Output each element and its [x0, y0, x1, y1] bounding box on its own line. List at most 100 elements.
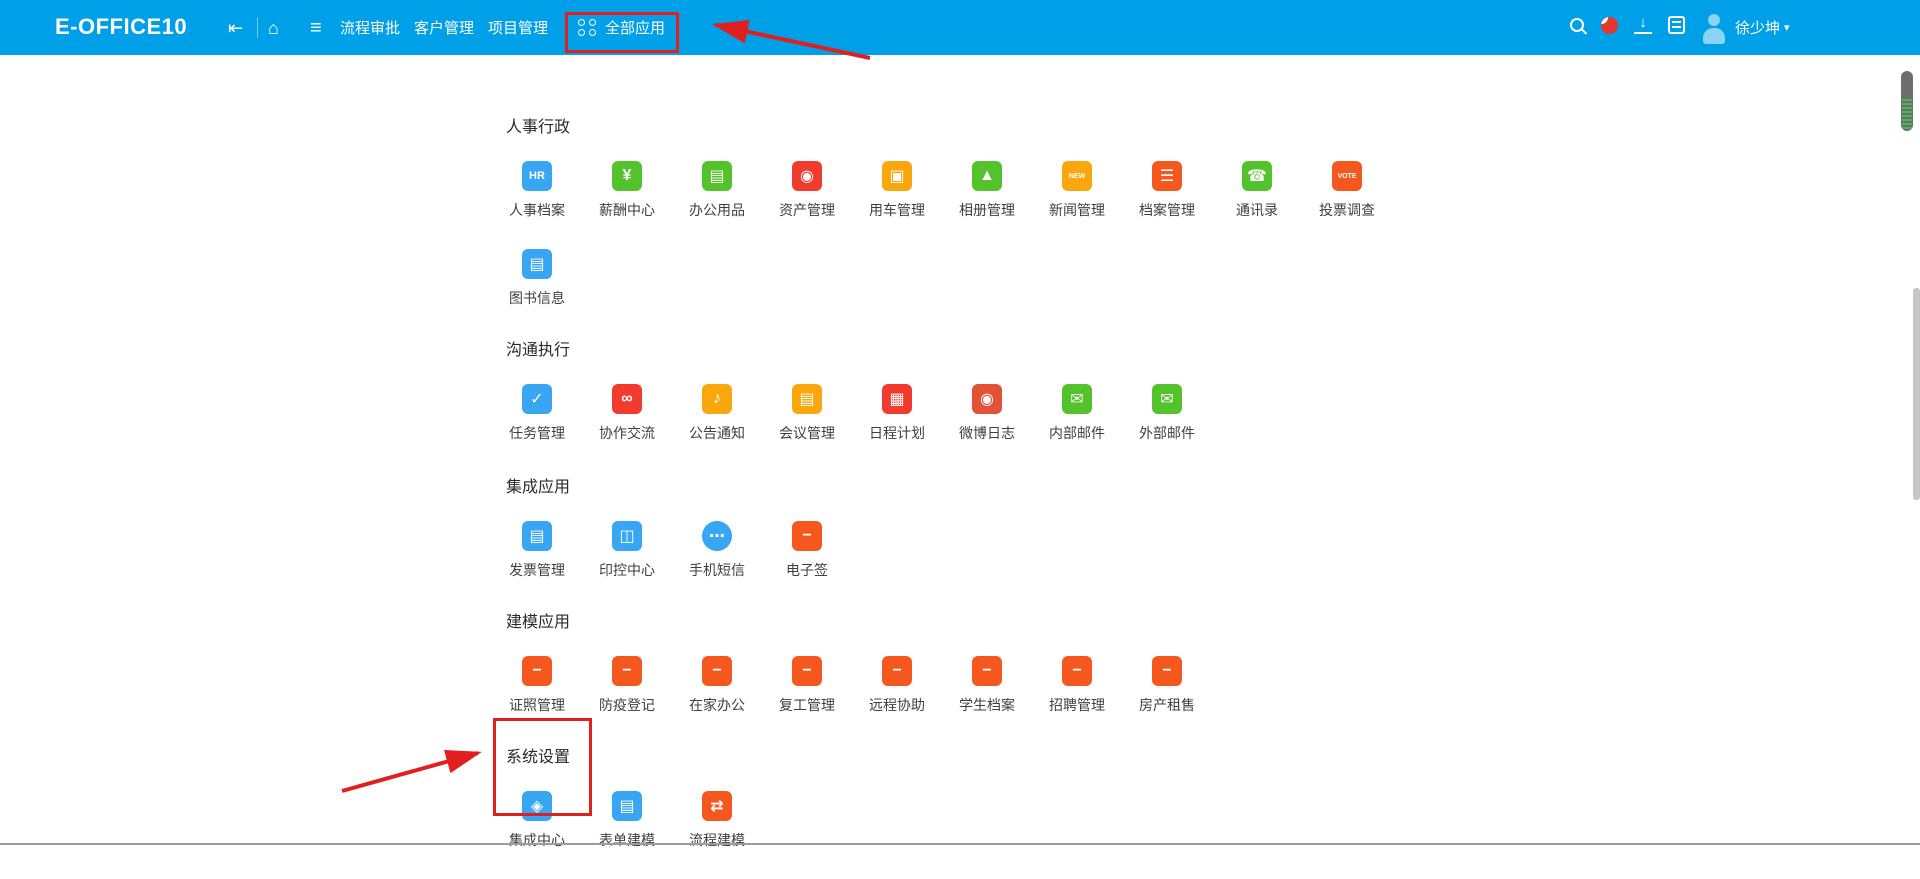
app-label: 流程建模	[689, 830, 745, 850]
app-招聘管理[interactable]: −招聘管理	[1032, 656, 1122, 744]
app-新闻管理[interactable]: NEW 新闻管理	[1032, 161, 1122, 249]
app-投票调查[interactable]: VOTE投票调查	[1302, 161, 1392, 249]
app-集成中心[interactable]: ◈集成中心	[492, 791, 582, 879]
app-label: 相册管理	[959, 200, 1015, 220]
app-label: 任务管理	[509, 423, 565, 443]
app-学生档案[interactable]: − 学生档案	[942, 656, 1032, 744]
app-label: 远程协助	[869, 695, 925, 715]
user-menu[interactable]: 徐少坤 ▾	[1735, 0, 1790, 55]
app-流程建模[interactable]: ⇄流程建模	[672, 791, 762, 879]
integration-cube-icon: ◈	[522, 791, 552, 821]
news-icon: NEW	[1062, 161, 1092, 191]
app-用车管理[interactable]: ▣用车管理	[852, 161, 942, 249]
app-复工管理[interactable]: −复工管理	[762, 656, 852, 744]
nav-item-流程审批[interactable]: 流程审批	[340, 0, 400, 55]
app-label: 防疫登记	[599, 695, 655, 715]
app-label: 档案管理	[1139, 200, 1195, 220]
app-label: 会议管理	[779, 423, 835, 443]
app-相册管理[interactable]: ▲ 相册管理	[942, 161, 1032, 249]
sms-bubble-icon: ⋯	[702, 521, 732, 551]
section-title: 建模应用	[506, 608, 1397, 632]
search-icon[interactable]	[1570, 18, 1584, 32]
app-label: 人事档案	[509, 200, 565, 220]
contacts-book-icon: ☎	[1242, 161, 1272, 191]
seal-box-icon: −	[972, 656, 1002, 686]
app-label: 资产管理	[779, 200, 835, 220]
nav-item-项目管理[interactable]: 项目管理	[488, 0, 548, 55]
archive-binders-icon: ☰	[1152, 161, 1182, 191]
section-系统设置: 系统设置◈集成中心▤表单建模⇄流程建模	[492, 743, 1397, 879]
app-label: 用车管理	[869, 200, 925, 220]
app-内部邮件[interactable]: ✉内部邮件	[1032, 384, 1122, 472]
app-会议管理[interactable]: ▤ 会议管理	[762, 384, 852, 472]
app-防疫登记[interactable]: −防疫登记	[582, 656, 672, 744]
app-资产管理[interactable]: ◉ 资产管理	[762, 161, 852, 249]
hr-file-icon: HR	[522, 161, 552, 191]
app-label: 印控中心	[599, 560, 655, 580]
seal-box-icon: −	[702, 656, 732, 686]
app-通讯录[interactable]: ☎通讯录	[1212, 161, 1302, 249]
app-印控中心[interactable]: ◫ 印控中心	[582, 521, 672, 609]
all-apps-label: 全部应用	[605, 17, 665, 38]
app-grid: ◈集成中心▤表单建模⇄流程建模	[492, 791, 1397, 879]
seal-box-icon: −	[882, 656, 912, 686]
app-手机短信[interactable]: ⋯手机短信	[672, 521, 762, 609]
salary-center-icon: ¥	[612, 161, 642, 191]
theme-skin-icon[interactable]	[1601, 17, 1618, 34]
app-label: 新闻管理	[1049, 200, 1105, 220]
invoice-icon: ▤	[522, 521, 552, 551]
seal-box-icon: −	[1152, 656, 1182, 686]
scrollbar-thumb-dark[interactable]	[1901, 71, 1913, 131]
app-电子签[interactable]: −电子签	[762, 521, 852, 609]
app-label: 学生档案	[959, 695, 1015, 715]
app-logo: E-OFFICE10	[55, 14, 187, 40]
announcement-speaker-icon: ♪	[702, 384, 732, 414]
app-在家办公[interactable]: −在家办公	[672, 656, 762, 744]
form-list-icon[interactable]	[1668, 16, 1685, 34]
scroll-progress-stripes	[1902, 99, 1912, 129]
all-apps-nav-item[interactable]: 全部应用	[578, 0, 665, 55]
app-grid: HR 人事档案 ¥ 薪酬中心 ▤办公用品 ◉ 资产管理 ▣用车管理 ▲ 相册管理 NEW 新闻管理 ☰ 档…	[492, 161, 1397, 337]
app-远程协助[interactable]: − 远程协助	[852, 656, 942, 744]
app-图书信息[interactable]: ▤图书信息	[492, 249, 582, 337]
meeting-board-icon: ▤	[792, 384, 822, 414]
app-日程计划[interactable]: ▦日程计划	[852, 384, 942, 472]
photo-album-icon: ▲	[972, 161, 1002, 191]
app-任务管理[interactable]: ✓任务管理	[492, 384, 582, 472]
nav-item-客户管理[interactable]: 客户管理	[414, 0, 474, 55]
internal-mail-icon: ✉	[1062, 384, 1092, 414]
app-外部邮件[interactable]: ✉外部邮件	[1122, 384, 1212, 472]
download-icon[interactable]: ↓	[1634, 16, 1652, 34]
app-证照管理[interactable]: −证照管理	[492, 656, 582, 744]
app-label: 房产租售	[1139, 695, 1195, 715]
app-微博日志[interactable]: ◉微博日志	[942, 384, 1032, 472]
section-title: 沟通执行	[506, 336, 1397, 360]
app-人事档案[interactable]: HR 人事档案	[492, 161, 582, 249]
app-label: 发票管理	[509, 560, 565, 580]
hamburger-menu-icon[interactable]: ≡	[310, 0, 322, 55]
app-档案管理[interactable]: ☰ 档案管理	[1122, 161, 1212, 249]
collapse-sidebar-icon[interactable]: ⇤	[228, 0, 243, 55]
app-薪酬中心[interactable]: ¥ 薪酬中心	[582, 161, 672, 249]
top-nav-bar: E-OFFICE10 ⇤ ⌂ ≡ 流程审批客户管理项目管理 全部应用 ↓ 徐少坤…	[0, 0, 1920, 55]
app-label: 薪酬中心	[599, 200, 655, 220]
app-房产租售[interactable]: − 房产租售	[1122, 656, 1212, 744]
header-divider	[257, 17, 258, 38]
app-表单建模[interactable]: ▤表单建模	[582, 791, 672, 879]
app-label: 招聘管理	[1049, 695, 1105, 715]
section-建模应用: 建模应用−证照管理−防疫登记−在家办公−复工管理−远程协助−学生档案−招聘管理−…	[492, 608, 1397, 744]
person-avatar-icon[interactable]	[1700, 12, 1728, 46]
apps-grid-icon	[578, 19, 597, 36]
app-办公用品[interactable]: ▤办公用品	[672, 161, 762, 249]
app-发票管理[interactable]: ▤ 发票管理	[492, 521, 582, 609]
app-label: 表单建模	[599, 830, 655, 850]
asset-database-icon: ◉	[792, 161, 822, 191]
seal-control-icon: ◫	[612, 521, 642, 551]
app-label: 微博日志	[959, 423, 1015, 443]
app-label: 电子签	[786, 560, 828, 580]
app-公告通知[interactable]: ♪公告通知	[672, 384, 762, 472]
app-协作交流[interactable]: ∞协作交流	[582, 384, 672, 472]
schedule-calendar-icon: ▦	[882, 384, 912, 414]
scrollbar-thumb[interactable]	[1913, 288, 1920, 500]
home-icon[interactable]: ⌂	[268, 0, 279, 55]
